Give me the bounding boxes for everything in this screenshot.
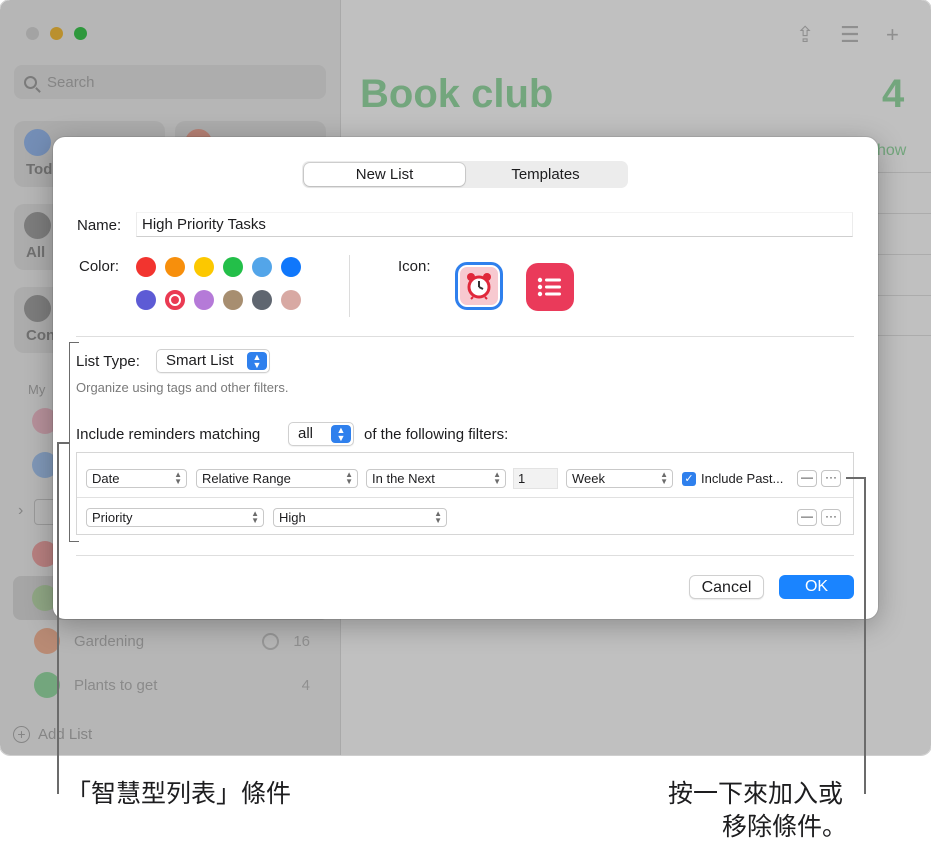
list-type-popup[interactable]: Smart List ▲ ▼ [156,349,270,373]
include-past-checkbox[interactable]: ✓ [682,472,696,486]
filter-direction-value: In the Next [372,471,435,486]
filter-amount-input[interactable]: 1 [513,468,558,489]
filter-range-popup[interactable]: Relative Range ▲ ▼ [196,469,358,488]
filter-range-value: Relative Range [202,471,291,486]
include-label: Include reminders matching [76,426,261,443]
color-swatch[interactable] [281,290,301,310]
filter-field-value: Priority [92,510,133,525]
tab-new-list[interactable]: New List [304,163,465,186]
more-filter-options-button[interactable]: ··· [821,509,841,526]
list-type-hint: Organize using tags and other filters. [76,380,289,395]
color-swatch[interactable] [194,257,214,277]
chevron-up-down-icon: ▲ ▼ [434,509,442,525]
color-swatch[interactable] [223,290,243,310]
color-swatch[interactable] [165,257,185,277]
list-type-label: List Type: [76,353,140,370]
remove-filter-button[interactable]: — [797,509,817,526]
remove-filter-button[interactable]: — [797,470,817,487]
color-swatch[interactable] [136,290,156,310]
left-leader-line [57,442,70,444]
chevron-up-down-icon: ▲ ▼ [345,470,353,486]
following-label: of the following filters: [364,426,509,443]
divider [77,497,853,498]
alarm-clock-icon[interactable] [455,262,503,310]
color-swatch[interactable] [194,290,214,310]
color-label: Color: [79,258,120,275]
smart-list-conditions-bracket [69,342,79,542]
right-leader-line [864,477,866,794]
divider [76,555,854,556]
cancel-button[interactable]: Cancel [689,575,764,599]
dialog-tabs: New List Templates [302,161,628,188]
add-remove-conditions-callout: 移除條件。 [722,812,848,841]
filter-field-value: Date [92,471,120,486]
color-swatch[interactable] [165,290,185,310]
bulleted-list-icon[interactable] [526,263,574,311]
filter-value-text: High [279,510,306,525]
smart-list-conditions-callout: 「智慧型列表」條件 [66,779,292,808]
ok-button[interactable]: OK [779,575,854,599]
list-type-value: Smart List [166,352,234,369]
chevron-up-down-icon: ▲ ▼ [174,470,182,486]
color-swatch[interactable] [136,257,156,277]
color-swatch[interactable] [281,257,301,277]
filter-value-popup[interactable]: High ▲ ▼ [273,508,447,527]
color-swatch[interactable] [223,257,243,277]
icon-label: Icon: [398,258,431,275]
add-remove-conditions-callout: 按一下來加入或 [668,779,844,808]
right-leader-line [846,477,865,479]
filter-rules-box: Date ▲ ▼ Relative Range ▲ ▼ In the Next ▲ ▼ 1 … [76,452,854,535]
color-swatch[interactable] [252,257,272,277]
chevron-up-down-icon: ▲ ▼ [251,509,259,525]
filter-direction-popup[interactable]: In the Next ▲ ▼ [366,469,506,488]
divider [349,255,350,317]
more-filter-options-button[interactable]: ··· [821,470,841,487]
list-name-input[interactable]: High Priority Tasks [136,212,853,237]
color-swatch[interactable] [252,290,272,310]
chevron-up-down-icon: ▲ ▼ [331,425,351,443]
include-past-label: Include Past... [701,471,784,486]
chevron-up-down-icon: ▲ ▼ [493,470,501,486]
match-value: all [298,425,314,442]
chevron-up-down-icon: ▲ ▼ [660,470,668,486]
chevron-up-down-icon: ▲ ▼ [247,352,267,370]
filter-field-popup[interactable]: Priority ▲ ▼ [86,508,264,527]
filter-unit-popup[interactable]: Week ▲ ▼ [566,469,673,488]
left-leader-line [57,442,59,794]
match-popup[interactable]: all ▲ ▼ [288,422,354,446]
filter-field-popup[interactable]: Date ▲ ▼ [86,469,187,488]
divider [76,336,854,337]
filter-unit-value: Week [572,471,605,486]
tab-templates[interactable]: Templates [465,163,626,186]
new-list-dialog: New List Templates Name: High Priority T… [53,137,878,619]
name-label: Name: [77,217,122,234]
